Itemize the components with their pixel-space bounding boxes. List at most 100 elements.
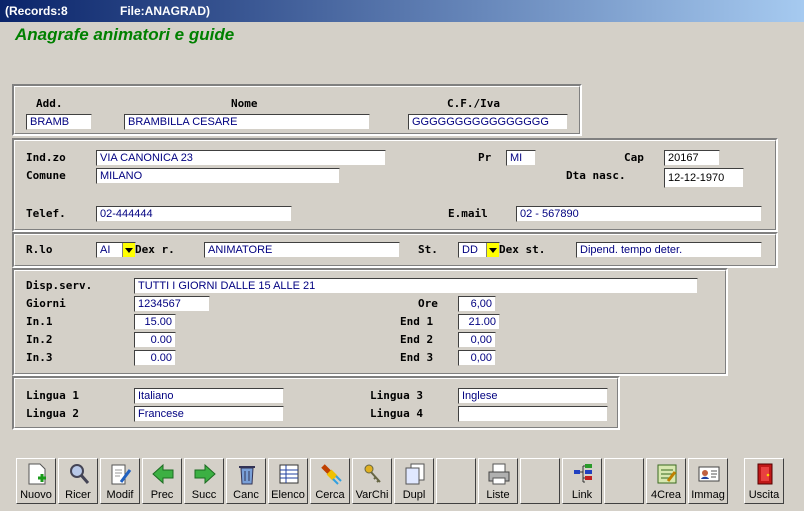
dexr-field[interactable]: ANIMATORE bbox=[204, 242, 400, 258]
giorni-field[interactable]: 1234567 bbox=[134, 296, 210, 312]
dtanasc-label: Dta nasc. bbox=[566, 169, 626, 182]
st-value: DD bbox=[462, 244, 478, 256]
cap-label: Cap bbox=[624, 151, 644, 164]
liste-label: Liste bbox=[486, 489, 510, 501]
blank-button-1[interactable] bbox=[436, 458, 476, 504]
magnifier-icon bbox=[70, 464, 90, 484]
toolbar: Nuovo Ricer Modif Prec Succ Canc Elenco … bbox=[12, 458, 798, 506]
st-select[interactable]: DD bbox=[458, 242, 500, 258]
cf-label: C.F./Iva bbox=[447, 97, 500, 110]
lingua2-label: Lingua 2 bbox=[26, 407, 79, 420]
prec-button[interactable]: Prec bbox=[142, 458, 182, 504]
cap-field[interactable]: 20167 bbox=[664, 150, 720, 166]
canc-label: Canc bbox=[233, 489, 259, 501]
pr-field[interactable]: MI bbox=[506, 150, 536, 166]
trash-icon bbox=[239, 466, 255, 485]
in3-label: In.3 bbox=[26, 351, 53, 364]
ruolo-label: R.lo bbox=[26, 243, 53, 256]
disp-label: Disp.serv. bbox=[26, 279, 93, 292]
cf-field[interactable]: GGGGGGGGGGGGGGGG bbox=[408, 114, 568, 130]
duplicate-icon bbox=[405, 463, 425, 485]
ricer-button[interactable]: Ricer bbox=[58, 458, 98, 504]
arrow-left-icon bbox=[152, 463, 174, 485]
elenco-button[interactable]: Elenco bbox=[268, 458, 308, 504]
elenco-label: Elenco bbox=[271, 489, 305, 501]
records-count: (Records:8 bbox=[5, 4, 68, 18]
link-button[interactable]: Link bbox=[562, 458, 602, 504]
ore-field[interactable]: 6,00 bbox=[458, 296, 496, 312]
dupl-button[interactable]: Dupl bbox=[394, 458, 434, 504]
indzo-label: Ind.zo bbox=[26, 151, 66, 164]
link-label: Link bbox=[571, 489, 593, 501]
lingua4-label: Lingua 4 bbox=[370, 407, 423, 420]
in2-label: In.2 bbox=[26, 333, 53, 346]
disp-field[interactable]: TUTTI I GIORNI DALLE 15 ALLE 21 bbox=[134, 278, 698, 294]
lingua1-field[interactable]: Italiano bbox=[134, 388, 284, 404]
lingua4-field[interactable] bbox=[458, 406, 608, 422]
list-table-icon bbox=[279, 464, 299, 484]
dupl-label: Dupl bbox=[402, 489, 426, 501]
exit-door-icon bbox=[757, 463, 773, 485]
end1-label: End 1 bbox=[400, 315, 434, 328]
id-card-icon bbox=[698, 466, 720, 482]
add-field[interactable]: BRAMB bbox=[26, 114, 92, 130]
dtanasc-field[interactable]: 12-12-1970 bbox=[664, 168, 744, 188]
end2-field[interactable]: 0,00 bbox=[458, 332, 496, 348]
cerca-button[interactable]: Cerca bbox=[310, 458, 350, 504]
dexst-field[interactable]: Dipend. tempo deter. bbox=[576, 242, 762, 258]
st-dropdown-arrow-icon[interactable] bbox=[486, 243, 499, 257]
end2-label: End 2 bbox=[400, 333, 434, 346]
end3-label: End 3 bbox=[400, 351, 434, 364]
crea-label: 4Crea bbox=[651, 489, 681, 501]
keys-icon bbox=[364, 464, 381, 483]
email-field[interactable]: 02 - 567890 bbox=[516, 206, 762, 222]
modif-label: Modif bbox=[106, 489, 134, 501]
pr-label: Pr bbox=[478, 151, 492, 164]
ruolo-dropdown-arrow-icon[interactable] bbox=[122, 243, 135, 257]
telef-field[interactable]: 02-444444 bbox=[96, 206, 292, 222]
file-name: File:ANAGRAD) bbox=[120, 4, 210, 18]
link-tree-icon bbox=[574, 464, 592, 483]
liste-button[interactable]: Liste bbox=[478, 458, 518, 504]
ruolo-select[interactable]: AI bbox=[96, 242, 136, 258]
canc-button[interactable]: Canc bbox=[226, 458, 266, 504]
crea-button[interactable]: 4Crea bbox=[646, 458, 686, 504]
email-label: E.mail bbox=[448, 207, 488, 220]
lingua2-field[interactable]: Francese bbox=[134, 406, 284, 422]
prec-label: Prec bbox=[150, 489, 174, 501]
immag-button[interactable]: Immag bbox=[688, 458, 728, 504]
in1-field[interactable]: 15.00 bbox=[134, 314, 176, 330]
lingua3-field[interactable]: Inglese bbox=[458, 388, 608, 404]
succ-label: Succ bbox=[191, 489, 217, 501]
edit-document-icon bbox=[111, 464, 132, 485]
giorni-label: Giorni bbox=[26, 297, 66, 310]
blank-button-2[interactable] bbox=[520, 458, 560, 504]
nome-field[interactable]: BRAMBILLA CESARE bbox=[124, 114, 370, 130]
cerca-label: Cerca bbox=[315, 489, 345, 501]
in3-field[interactable]: 0.00 bbox=[134, 350, 176, 366]
dexst-label: Dex st. bbox=[499, 243, 546, 256]
dexr-label: Dex r. bbox=[135, 243, 175, 256]
modif-button[interactable]: Modif bbox=[100, 458, 140, 504]
lingua3-label: Lingua 3 bbox=[370, 389, 423, 402]
in2-field[interactable]: 0.00 bbox=[134, 332, 176, 348]
comune-field[interactable]: MILANO bbox=[96, 168, 340, 184]
end3-field[interactable]: 0,00 bbox=[458, 350, 496, 366]
uscita-button[interactable]: Uscita bbox=[744, 458, 784, 504]
succ-button[interactable]: Succ bbox=[184, 458, 224, 504]
lingua1-label: Lingua 1 bbox=[26, 389, 79, 402]
blank-button-3[interactable] bbox=[604, 458, 644, 504]
st-label: St. bbox=[418, 243, 438, 256]
create-form-icon bbox=[657, 464, 677, 484]
indzo-field[interactable]: VIA CANONICA 23 bbox=[96, 150, 386, 166]
window-title-bar: (Records:8 File:ANAGRAD) bbox=[0, 0, 804, 22]
ore-label: Ore bbox=[418, 297, 438, 310]
app-title: Anagrafe animatori e guide bbox=[15, 25, 235, 44]
varchi-button[interactable]: VarChi bbox=[352, 458, 392, 504]
ricer-label: Ricer bbox=[65, 489, 91, 501]
immag-label: Immag bbox=[691, 489, 725, 501]
flashlight-icon bbox=[321, 464, 342, 485]
end1-field[interactable]: 21.00 bbox=[458, 314, 500, 330]
nome-label: Nome bbox=[231, 97, 258, 110]
nuovo-button[interactable]: Nuovo bbox=[16, 458, 56, 504]
